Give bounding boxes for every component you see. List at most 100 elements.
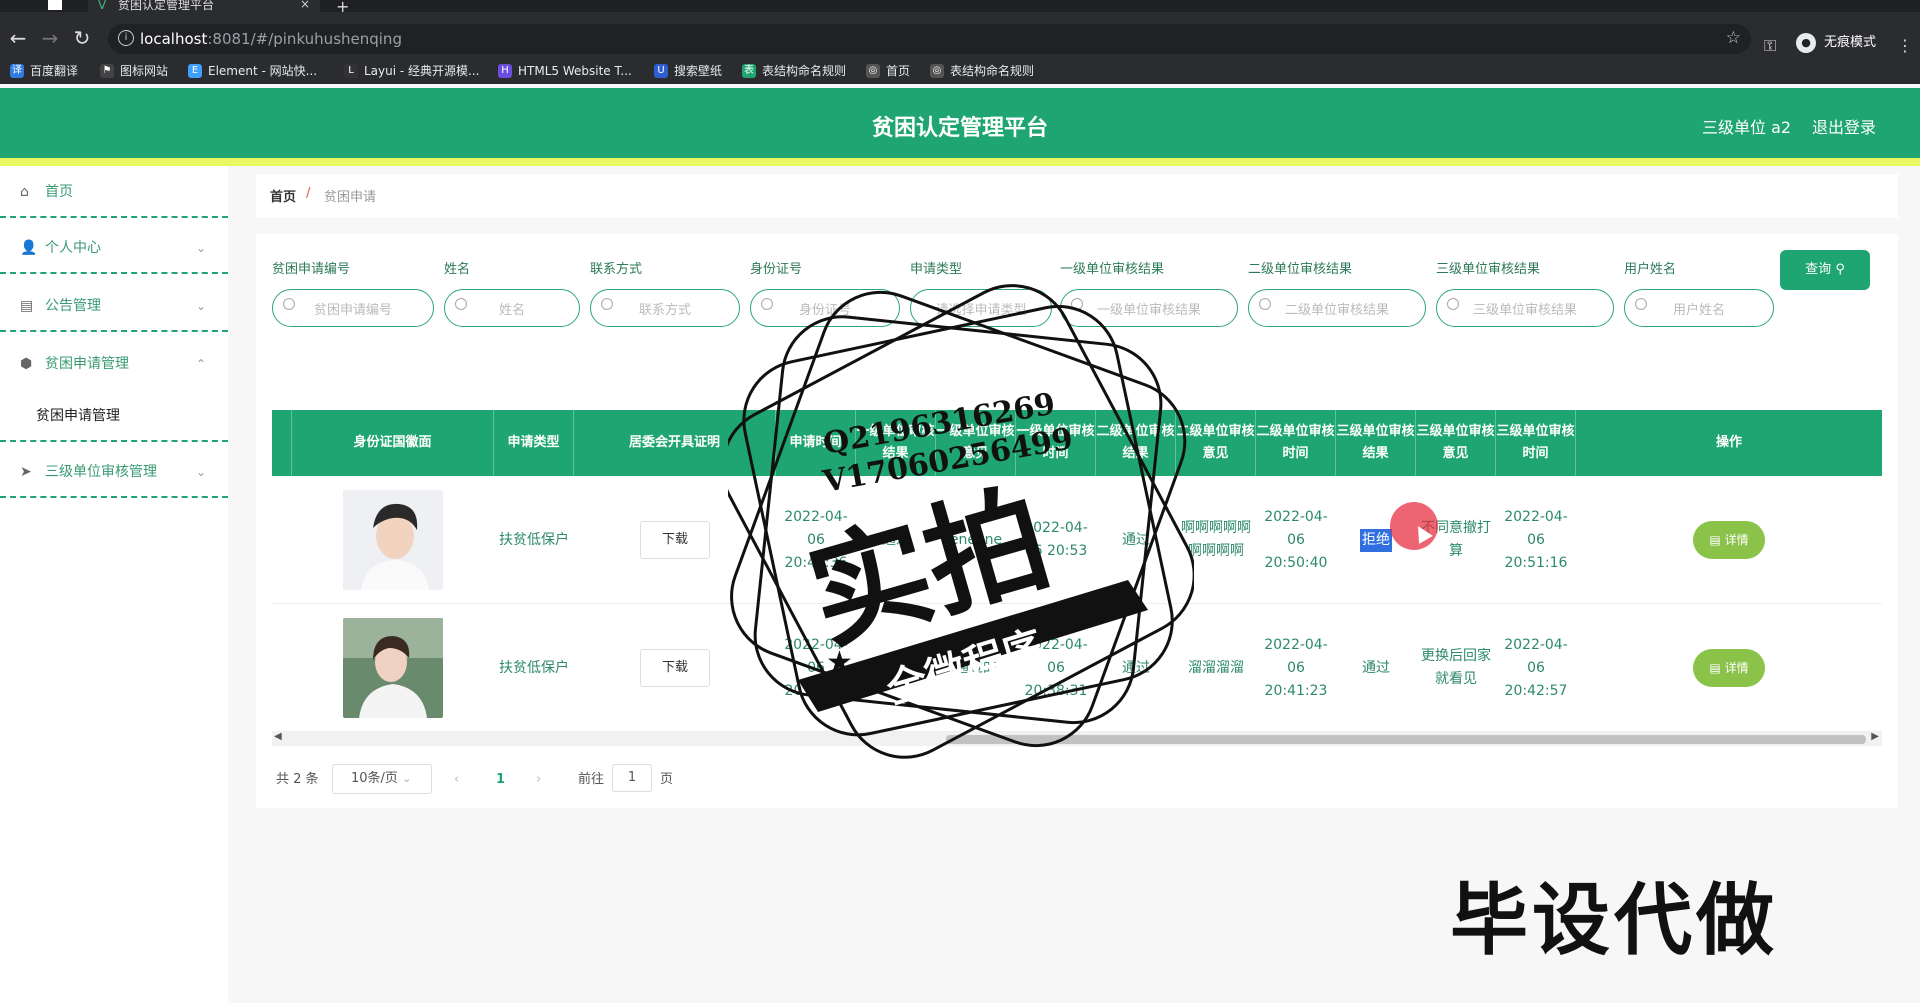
home-icon: ⌂: [20, 184, 29, 200]
page-size-select[interactable]: 10条/页 ⌄: [332, 764, 432, 794]
apply-type-cell: 扶贫低保户: [499, 531, 569, 548]
filter-contact-input[interactable]: 联系方式: [590, 289, 740, 327]
bookmark-item[interactable]: E Element - 网站快...: [186, 62, 317, 80]
apply-time-cell: 2022-04-06 20:44:36: [784, 508, 848, 571]
sidebar: ⌂ 首页 👤 个人中心 ⌄ ▤ 公告管理 ⌄ ⬢ 贫困申请管理 ⌃ 贫困申请管理…: [0, 166, 228, 1003]
filter-label: 二级单位审核结果: [1248, 262, 1353, 277]
breadcrumb: 首页 / 贫困申请: [256, 174, 1898, 218]
bookmark-item[interactable]: H HTML5 Website T...: [496, 62, 632, 80]
back-icon[interactable]: ←: [4, 24, 32, 52]
url-input[interactable]: i localhost:8081/#/pinkuhushenqing ☆: [108, 24, 1751, 54]
prev-page-icon[interactable]: ‹: [454, 764, 459, 796]
close-tab-icon[interactable]: ×: [300, 0, 310, 10]
logout-link[interactable]: 退出登录: [1812, 114, 1876, 138]
incognito-indicator[interactable]: ● 无痕模式: [1794, 30, 1876, 56]
pagination: 共 2 条 10条/页 ⌄ ‹ 1 › 前往 1 页: [276, 764, 876, 796]
sidebar-subitem-poverty-apply[interactable]: 贫困申请管理: [0, 390, 228, 442]
l2-time-cell: 2022-04-06 20:50:40: [1264, 508, 1328, 571]
detail-button[interactable]: ▤ 详情: [1693, 649, 1765, 687]
action-cell: ▤ 详情: [1576, 604, 1882, 732]
send-icon: ➤: [20, 464, 32, 480]
bookmark-item[interactable]: 表表结构命名规则: [740, 62, 846, 80]
l2-opinion-cell: 啊啊啊啊啊啊啊啊啊: [1181, 520, 1251, 559]
bookmark-item[interactable]: ⚑ 图标网站: [98, 62, 168, 80]
l2-result-cell: 通过: [1122, 659, 1150, 676]
scrollbar-thumb[interactable]: [946, 735, 1866, 744]
breadcrumb-home[interactable]: 首页: [270, 186, 296, 205]
filter-label: 身份证号: [750, 262, 803, 277]
header-accent-strip: [0, 158, 1920, 166]
goto-page-input[interactable]: 1: [612, 764, 652, 792]
site-info-icon[interactable]: i: [118, 30, 134, 46]
bookmark-item[interactable]: 译百度翻译: [8, 62, 78, 80]
browser-menu-icon[interactable]: ⋮: [1897, 36, 1913, 55]
browser-tab-strip: V 贫困认定管理平台 × +: [0, 0, 1920, 16]
reload-icon[interactable]: ↻: [68, 24, 96, 52]
column-header: 二级单位审核时间: [1256, 410, 1336, 476]
table-row: 扶贫低保户 下载 2022-04-06 20:35:54 通过 通过的 2022…: [272, 604, 1882, 732]
filter-idcard-input[interactable]: 身份证号: [750, 289, 900, 327]
bookmark-item[interactable]: L Layui - 经典开源模...: [342, 62, 479, 80]
column-header: 三级单位审核结果: [1336, 410, 1416, 476]
chevron-down-icon: ⌄: [195, 241, 206, 255]
filter-apply-no-input[interactable]: 贫困申请编号: [272, 289, 434, 327]
filter-l3-result-input[interactable]: 三级单位审核结果: [1436, 289, 1614, 327]
column-header: 三级单位审核意见: [1416, 410, 1496, 476]
l2-time-cell: 2022-04-06 20:41:23: [1264, 636, 1328, 699]
sidebar-item-level3-review[interactable]: ➤ 三级单位审核管理 ⌄: [0, 446, 228, 498]
download-button[interactable]: 下载: [640, 649, 710, 687]
filter-label: 用户姓名: [1624, 262, 1677, 277]
scroll-right-icon[interactable]: ▶: [1871, 731, 1879, 742]
column-header: 一级单位审核结果: [856, 410, 936, 476]
query-button[interactable]: 查询 ⚲: [1780, 250, 1870, 290]
sidebar-item-notice[interactable]: ▤ 公告管理 ⌄: [0, 280, 228, 332]
filter-name-input[interactable]: 姓名: [444, 289, 580, 327]
app-header: 贫困认定管理平台 三级单位 a2 退出登录: [0, 88, 1920, 158]
sidebar-item-poverty-apply[interactable]: ⬢ 贫困申请管理 ⌃: [0, 338, 228, 390]
bookmark-item[interactable]: U 搜索壁纸: [652, 62, 722, 80]
column-header: 三级单位审核时间: [1496, 410, 1576, 476]
certificate-cell: 下载: [574, 476, 776, 604]
chevron-down-icon: ⌄: [402, 772, 412, 785]
scroll-left-icon[interactable]: ◀: [274, 731, 282, 742]
watermark-corner-text: 毕设代做: [1450, 876, 1779, 966]
filter-label: 姓名: [444, 262, 471, 277]
action-cell: ▤ 详情: [1576, 476, 1882, 604]
search-icon: ⚲: [1835, 262, 1845, 277]
filter-type-select[interactable]: 请选择申请类型: [910, 289, 1052, 327]
filter-l1-result-input[interactable]: 一级单位审核结果: [1060, 289, 1238, 327]
browser-tab[interactable]: V 贫困认定管理平台 ×: [88, 0, 320, 12]
filter-label: 一级单位审核结果: [1060, 262, 1165, 277]
breadcrumb-current: 贫困申请: [324, 190, 377, 205]
cursor-highlight: [1390, 502, 1438, 550]
l1-opinion-cell: 通过的: [955, 659, 997, 676]
selected-text: 拒绝: [1360, 528, 1392, 552]
next-page-icon[interactable]: ›: [536, 764, 541, 796]
total-count: 共 2 条: [276, 772, 319, 787]
app-title: 贫困认定管理平台: [871, 116, 1048, 141]
column-header: 二级单位审核结果: [1096, 410, 1176, 476]
key-icon[interactable]: ⚿: [1764, 36, 1776, 56]
page-number[interactable]: 1: [496, 764, 505, 796]
l3-time-cell: 2022-04-06 20:51:16: [1504, 508, 1568, 571]
download-button[interactable]: 下载: [640, 521, 710, 559]
url-host: localhost: [140, 30, 208, 48]
sidebar-item-home[interactable]: ⌂ 首页: [0, 166, 228, 218]
chevron-down-icon: ⌄: [195, 299, 206, 313]
sidebar-item-profile[interactable]: 👤 个人中心 ⌄: [0, 222, 228, 274]
id-photo-image: [343, 490, 443, 590]
chevron-up-icon: ⌃: [195, 357, 206, 371]
document-icon: ▤: [20, 298, 34, 314]
detail-icon: ▤: [1709, 661, 1721, 675]
column-header: [272, 410, 292, 476]
bookmark-item[interactable]: ◎ 表结构命名规则: [928, 62, 1034, 80]
forward-icon[interactable]: →: [36, 24, 64, 52]
bookmark-item[interactable]: ◎ 首页: [864, 62, 910, 80]
l1-result-cell: 通过: [882, 659, 910, 676]
apply-type-cell: 扶贫低保户: [499, 659, 569, 676]
filter-l2-result-input[interactable]: 二级单位审核结果: [1248, 289, 1426, 327]
bookmark-star-icon[interactable]: ☆: [1726, 28, 1741, 48]
detail-button[interactable]: ▤ 详情: [1693, 521, 1765, 559]
filter-username-input[interactable]: 用户姓名: [1624, 289, 1774, 327]
horizontal-scrollbar[interactable]: ◀ ▶: [272, 731, 1882, 746]
